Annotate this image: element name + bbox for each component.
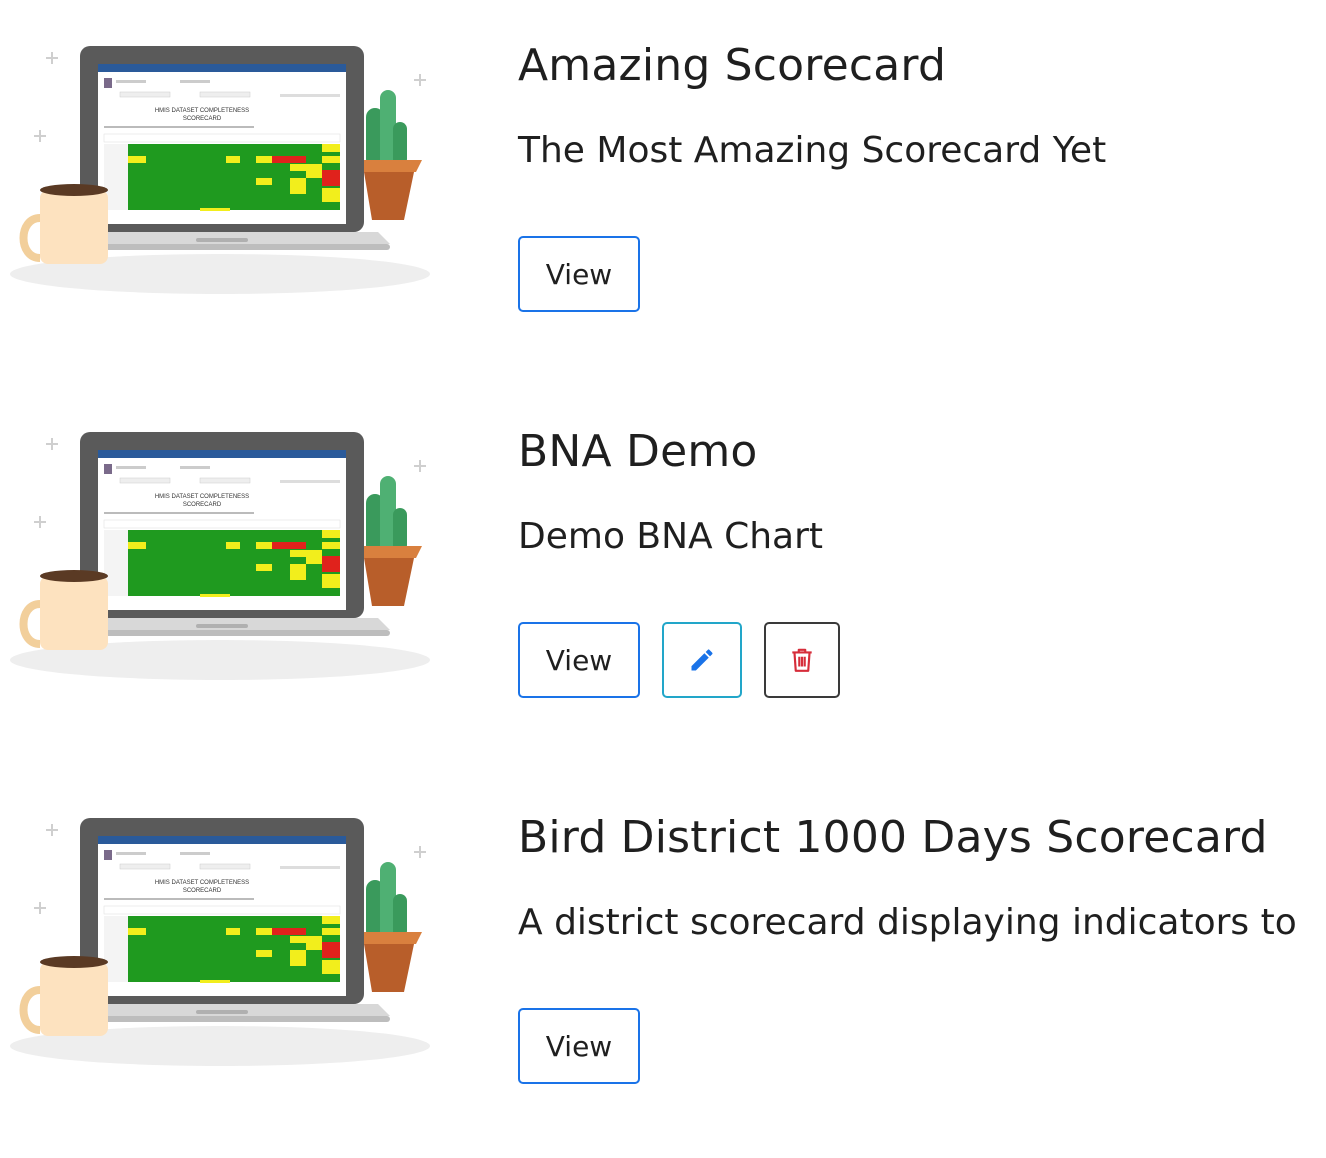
svg-text:HMIS DATASET COMPLETENESS: HMIS DATASET COMPLETENESS (155, 880, 249, 886)
scorecard-description: The Most Amazing Scorecard Yet (518, 130, 1107, 171)
svg-text:SCORECARD: SCORECARD (183, 116, 222, 122)
scorecard-actions: View (518, 622, 840, 698)
view-button[interactable]: View (518, 622, 640, 698)
scorecard-thumbnail: HMIS DATASET COMPLETENESS SCORECARD (0, 802, 440, 1082)
trash-icon (792, 648, 812, 672)
edit-button[interactable] (662, 622, 742, 698)
scorecard-thumbnail: HMIS DATASET COMPLETENESS SCORECARD (0, 30, 440, 310)
scorecard-description: A district scorecard displaying indicato… (518, 902, 1297, 943)
scorecard-title: BNA Demo (518, 426, 758, 477)
delete-button[interactable] (764, 622, 840, 698)
scorecard-actions: View (518, 1008, 640, 1084)
svg-text:HMIS DATASET COMPLETENESS: HMIS DATASET COMPLETENESS (155, 108, 249, 114)
scorecard-actions: View (518, 236, 640, 312)
scorecard-thumbnail: HMIS DATASET COMPLETENESS SCORECARD (0, 416, 440, 696)
scorecard-card: HMIS DATASET COMPLETENESS SCORECARD Amaz… (0, 0, 1326, 386)
scorecard-title: Bird District 1000 Days Scorecard (518, 812, 1268, 863)
svg-text:SCORECARD: SCORECARD (183, 502, 222, 508)
scorecard-title: Amazing Scorecard (518, 40, 947, 91)
view-button[interactable]: View (518, 236, 640, 312)
pencil-icon (691, 649, 713, 671)
view-button[interactable]: View (518, 1008, 640, 1084)
svg-text:HMIS DATASET COMPLETENESS: HMIS DATASET COMPLETENESS (155, 494, 249, 500)
scorecard-card: HMIS DATASET COMPLETENESS SCORECARD BNA … (0, 386, 1326, 772)
scorecard-description: Demo BNA Chart (518, 516, 824, 557)
svg-text:SCORECARD: SCORECARD (183, 888, 222, 894)
scorecard-card: HMIS DATASET COMPLETENESS SCORECARD Bird… (0, 772, 1326, 1158)
